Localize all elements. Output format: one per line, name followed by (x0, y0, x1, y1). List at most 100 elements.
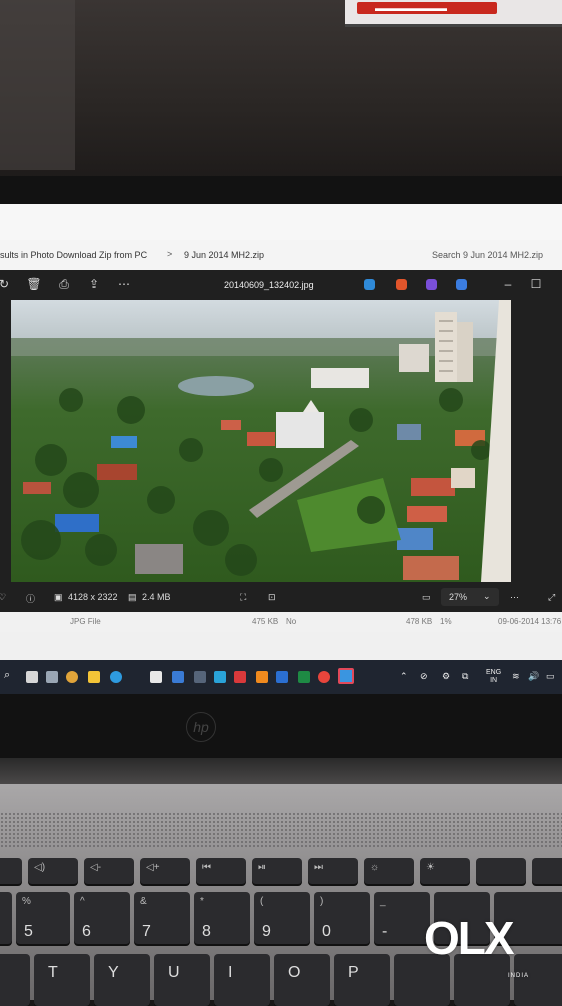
key[interactable] (0, 892, 12, 944)
key-u[interactable]: U (154, 954, 210, 1006)
key-minus[interactable]: _ - (374, 892, 430, 944)
function-key-row: ◁) ◁- ◁+ ⏮ ⏯ ⏭ ☼ ☀ (0, 856, 562, 888)
share-icon[interactable]: ⇪ (86, 276, 102, 292)
clipchamp-icon[interactable] (426, 279, 437, 290)
app-icon-2[interactable] (214, 671, 226, 683)
more-icon[interactable]: ⋯ (116, 276, 132, 292)
lake (178, 376, 254, 396)
tower-2 (399, 344, 429, 372)
volume-icon[interactable]: 🔊 (528, 671, 540, 683)
function-key[interactable]: ◁- (84, 858, 134, 884)
key-6[interactable]: ^ 6 (74, 892, 130, 944)
photo-status-bar: ♡ ⓘ ▣ 4128 x 2322 ▤ 2.4 MB ⛶ ⊡ ▭ 27% ⌄ ⋯… (0, 584, 562, 612)
speaker-grille (0, 812, 562, 848)
chrome-icon[interactable] (318, 671, 330, 683)
file-size: 475 KB (252, 617, 279, 626)
app-icon-1[interactable] (194, 671, 206, 683)
chevron-up-icon[interactable]: ⌃ (400, 671, 412, 683)
widgets-icon[interactable] (46, 671, 58, 683)
minimize-icon[interactable]: – (500, 276, 516, 292)
function-key[interactable]: ⏯ (252, 858, 302, 884)
explorer-empty-area (0, 632, 562, 660)
heart-icon[interactable]: ♡ (0, 592, 6, 603)
edit-icon[interactable] (364, 279, 375, 290)
photos-icon[interactable] (338, 668, 354, 684)
network-off-icon[interactable]: ⊘ (420, 671, 432, 683)
fit-icon[interactable]: ⛶ (240, 592, 246, 603)
zoom-dropdown[interactable]: 27% ⌄ (441, 588, 499, 606)
key-9[interactable]: (9 (254, 892, 310, 944)
tab-key[interactable] (0, 954, 30, 1006)
door-frame (0, 0, 75, 170)
region-code: IN (490, 677, 498, 684)
function-key[interactable] (476, 858, 526, 884)
info-icon[interactable]: ⓘ (26, 592, 35, 605)
edge-icon[interactable] (110, 671, 122, 683)
key-5[interactable]: % 5 (16, 892, 70, 944)
zoom-level: 27% (449, 592, 468, 602)
photo-viewer-toolbar: ↻ 🗑 ⎙ ⇪ ⋯ 20140609_132402.jpg – ☐ (0, 270, 562, 300)
file-protected: No (286, 617, 297, 626)
aerial-photo (11, 300, 511, 582)
key-0[interactable]: ) 0 (314, 892, 370, 944)
breadcrumb-current[interactable]: 9 Jun 2014 MH2.zip (184, 250, 264, 260)
acrobat-icon[interactable] (150, 671, 162, 683)
breadcrumb-path[interactable]: sults in Photo Download Zip from PC (0, 250, 147, 260)
chat-icon[interactable] (66, 671, 78, 683)
taskbar: ⌕ ⌃ ⊘ ⚙ ⧉ ENG IN ≋ 🔊 ▭ (0, 660, 562, 694)
photo-filename: 20140609_132402.jpg (224, 280, 314, 290)
function-key[interactable]: ☼ (364, 858, 414, 884)
wifi-icon[interactable]: ≋ (512, 671, 524, 683)
delete-icon[interactable]: 🗑 (26, 276, 42, 292)
rotate-icon[interactable]: ↻ (0, 276, 12, 292)
key-y[interactable]: Y (94, 954, 150, 1006)
olx-watermark: OLX INDIA (424, 912, 534, 979)
slideshow-icon[interactable]: ▭ (422, 592, 431, 603)
onedrive-icon[interactable] (456, 279, 467, 290)
maximize-icon[interactable]: ☐ (528, 276, 544, 292)
laptop-hinge (0, 758, 562, 784)
save-icon: ▤ (128, 592, 137, 602)
app-icon-3[interactable] (234, 671, 246, 683)
draw-icon[interactable] (396, 279, 407, 290)
print-icon[interactable]: ⎙ (56, 276, 72, 292)
watermark-tag: INDIA (508, 973, 530, 979)
settings-icon[interactable]: ⚙ (442, 671, 454, 683)
key-7[interactable]: & 7 (134, 892, 190, 944)
task-view-icon[interactable] (26, 671, 38, 683)
key-p[interactable]: P (334, 954, 390, 1006)
store-icon[interactable] (172, 671, 184, 683)
file-date: 09-06-2014 13:76 (498, 617, 562, 626)
function-key[interactable]: ◁) (28, 858, 78, 884)
function-key[interactable]: ☀ (420, 858, 470, 884)
key-8[interactable]: * 8 (194, 892, 250, 944)
church (276, 412, 324, 448)
fullscreen-icon[interactable]: ⤢ (548, 592, 555, 603)
file-explorer-icon[interactable] (88, 671, 100, 683)
hp-logo: hp (186, 712, 216, 742)
function-key[interactable] (532, 858, 562, 884)
file-list-row[interactable]: JPG File 475 KB No 478 KB 1% 09-06-2014 … (0, 612, 562, 632)
search-input[interactable]: Search 9 Jun 2014 MH2.zip (432, 250, 543, 260)
key-o[interactable]: O (274, 954, 330, 1006)
vlc-icon[interactable] (256, 671, 268, 683)
more-options-icon[interactable]: ⋯ (510, 592, 519, 603)
function-key[interactable]: ◁+ (140, 858, 190, 884)
excel-icon[interactable] (298, 671, 310, 683)
breadcrumb[interactable]: sults in Photo Download Zip from PC > 9 … (0, 246, 562, 266)
battery-icon[interactable]: ▭ (546, 671, 558, 683)
chevron-right-icon: > (167, 249, 173, 259)
word-icon[interactable] (276, 671, 288, 683)
file-type: JPG File (70, 617, 101, 626)
key-i[interactable]: I (214, 954, 270, 1006)
search-icon[interactable]: ⌕ (4, 669, 16, 681)
key-t[interactable]: T (34, 954, 90, 1006)
language-indicator[interactable]: ENG IN (486, 669, 501, 685)
function-key[interactable] (0, 858, 22, 884)
function-key[interactable]: ⏮ (196, 858, 246, 884)
building-white (311, 368, 369, 388)
function-key[interactable]: ⏭ (308, 858, 358, 884)
explorer-toolbar (0, 204, 562, 240)
actual-size-icon[interactable]: ⊡ (268, 592, 276, 603)
camera-icon[interactable]: ⧉ (462, 671, 474, 683)
